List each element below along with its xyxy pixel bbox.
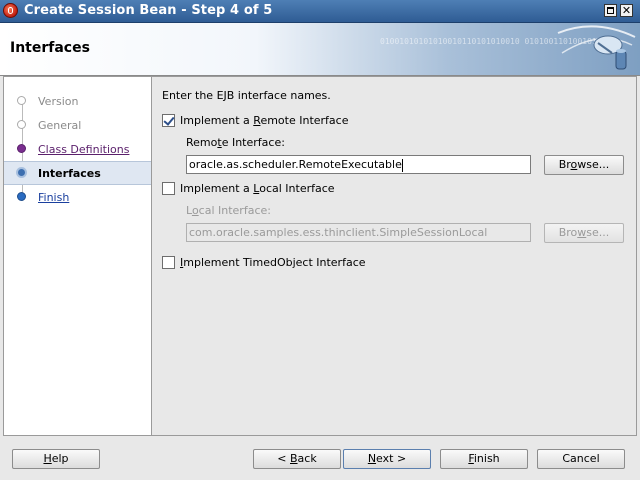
step-general: General <box>4 114 151 136</box>
cancel-button[interactable]: Cancel <box>537 449 625 469</box>
page-title: Interfaces <box>10 40 90 56</box>
back-button[interactable]: < Back <box>253 449 341 469</box>
next-button[interactable]: Next > <box>343 449 431 469</box>
app-icon <box>3 3 18 18</box>
timed-object-checkbox[interactable] <box>162 256 175 269</box>
step-indicator-icon <box>17 120 26 129</box>
step-label[interactable]: Class Definitions <box>38 143 129 156</box>
step-label: Interfaces <box>38 167 101 180</box>
wizard-steps-panel: Version General Class Definitions Interf… <box>3 76 152 436</box>
local-interface-label: Local Interface: <box>186 204 271 217</box>
local-browse-button[interactable]: Browse... <box>544 223 624 243</box>
maximize-button[interactable] <box>604 4 617 17</box>
local-interface-checkbox-label[interactable]: Implement a Local Interface <box>180 182 335 195</box>
wizard-header: Interfaces 01001010101010010110101010010… <box>0 23 640 76</box>
remote-interface-input[interactable]: oracle.as.scheduler.RemoteExecutable <box>186 155 531 174</box>
close-button[interactable]: ✕ <box>620 4 633 17</box>
remote-interface-label: Remote Interface: <box>186 136 285 149</box>
step-indicator-icon <box>17 96 26 105</box>
step-label: General <box>38 119 82 132</box>
step-label[interactable]: Finish <box>38 191 69 204</box>
local-interface-checkbox[interactable] <box>162 182 175 195</box>
remote-interface-checkbox[interactable] <box>162 114 175 127</box>
text-caret <box>401 158 403 172</box>
instruction-text: Enter the EJB interface names. <box>162 89 331 102</box>
title-bar[interactable]: Create Session Bean - Step 4 of 5 ✕ <box>0 0 640 23</box>
step-indicator-icon <box>17 192 26 201</box>
step-finish[interactable]: Finish <box>4 186 151 208</box>
remote-interface-checkbox-label[interactable]: Implement a Remote Interface <box>180 114 348 127</box>
local-interface-input[interactable]: com.oracle.samples.ess.thinclient.Simple… <box>186 223 531 242</box>
timed-object-checkbox-label[interactable]: Implement TimedObject Interface <box>180 256 366 269</box>
step-interfaces: Interfaces <box>4 161 151 185</box>
current-step-icon <box>16 167 27 178</box>
window-title: Create Session Bean - Step 4 of 5 <box>24 3 273 18</box>
interfaces-form: Enter the EJB interface names. Implement… <box>152 76 637 436</box>
step-indicator-icon <box>17 144 26 153</box>
finish-button[interactable]: Finish <box>440 449 528 469</box>
wizard-button-bar: Help < Back Next > Finish Cancel <box>0 436 640 480</box>
step-label: Version <box>38 95 79 108</box>
step-class-definitions[interactable]: Class Definitions <box>4 138 151 160</box>
remote-browse-button[interactable]: Browse... <box>544 155 624 175</box>
step-version: Version <box>4 90 151 112</box>
help-button[interactable]: Help <box>12 449 100 469</box>
header-bean-graphic-icon <box>557 25 636 70</box>
